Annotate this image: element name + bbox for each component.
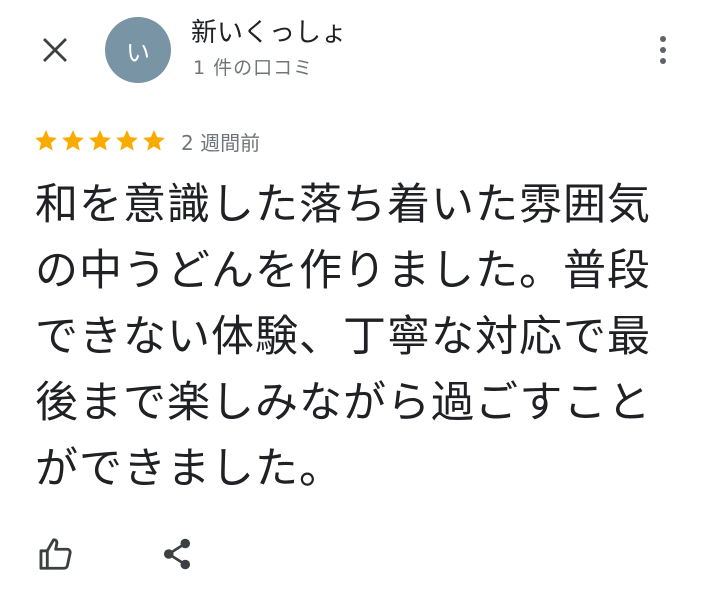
star-icon (116, 129, 138, 151)
review-detail-page: い 新いくっしょ 1 件の口コミ 2 週間前 和を意識した落ち着いた雰囲気の中う… (0, 0, 720, 597)
share-icon (163, 538, 191, 570)
more-vert-icon-dot (660, 47, 666, 53)
star-icon (143, 129, 165, 151)
avatar-initial: い (126, 38, 150, 67)
author-name[interactable]: 新いくっしょ (191, 16, 347, 50)
review-header: い 新いくっしょ 1 件の口コミ (0, 0, 720, 100)
like-button[interactable] (34, 532, 78, 576)
more-vert-icon-dot (660, 58, 666, 64)
rating-row: 2 週間前 (33, 125, 260, 157)
thumb-up-icon (39, 538, 72, 570)
star-icon (89, 129, 111, 151)
share-button[interactable] (155, 532, 199, 576)
author-review-count: 1 件の口コミ (193, 57, 314, 79)
star-icon (35, 129, 57, 151)
star-icon (62, 129, 84, 151)
close-icon (43, 38, 67, 62)
more-options-button[interactable] (648, 28, 678, 72)
avatar[interactable]: い (105, 17, 171, 83)
review-text: 和を意識した落ち着いた雰囲気の中うどんを作りました。普段できない体験、丁寧な対応… (35, 180, 652, 494)
review-date: 2 週間前 (181, 130, 261, 155)
review-actions (0, 525, 720, 585)
close-button[interactable] (35, 30, 75, 70)
more-vert-icon (660, 36, 666, 42)
star-rating (33, 128, 167, 154)
